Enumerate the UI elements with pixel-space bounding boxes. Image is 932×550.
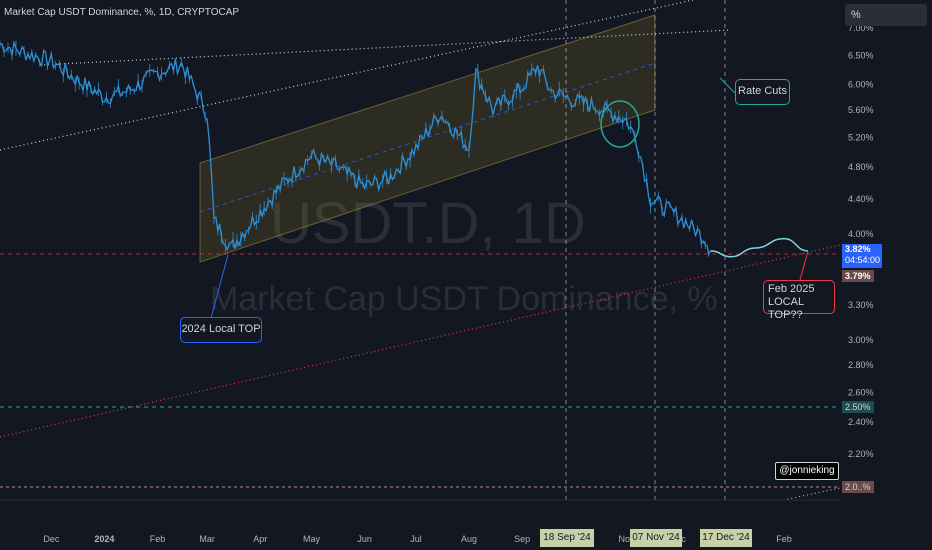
y-tick-label: 2.80% — [848, 360, 874, 370]
rate-cuts-callout[interactable]: Rate Cuts — [735, 79, 790, 105]
y-tick-label: 5.60% — [848, 105, 874, 115]
x-tick-label: Dec — [43, 534, 60, 544]
bottom-price-label: 2.0..% — [842, 481, 874, 493]
watermark-name: Market Cap USDT Dominance, % — [210, 280, 718, 318]
y-tick-label: 5.20% — [848, 132, 874, 142]
support-price-label: 2.50% — [842, 401, 874, 413]
y-tick-label: 4.80% — [848, 162, 874, 172]
symbol-header: Market Cap USDT Dominance, %, 1D, CRYPTO… — [4, 7, 240, 18]
y-tick-label: 4.00% — [848, 229, 874, 239]
local-top-callout[interactable]: 2024 Local TOP — [180, 317, 262, 343]
y-tick-label: 2.60% — [848, 388, 874, 398]
y-tick-label: 2.20% — [848, 449, 874, 459]
date-label-sep: 18 Sep '24 — [540, 529, 594, 547]
low-price-label: 3.79% — [842, 270, 874, 282]
y-tick-label: 6.00% — [848, 80, 874, 90]
y-tick-label: 6.50% — [848, 50, 874, 60]
x-tick-label: May — [303, 534, 321, 544]
x-tick-label: Feb — [150, 534, 166, 544]
x-tick-label: Apr — [253, 534, 267, 544]
x-tick-label: Aug — [461, 534, 477, 544]
x-tick-label: Jun — [357, 534, 372, 544]
scale-mode-button[interactable]: % — [845, 4, 927, 26]
y-tick-label: 3.00% — [848, 335, 874, 345]
y-tick-label: 3.30% — [848, 300, 874, 310]
x-tick-label: Feb — [776, 534, 792, 544]
x-tick-label: Jul — [410, 534, 422, 544]
x-tick-label: Sep — [514, 534, 530, 544]
countdown-value: 04:54:00 — [845, 255, 881, 265]
author-tag: @jonnieking — [775, 462, 839, 480]
y-tick-label: 4.40% — [848, 194, 874, 204]
feb-2025-line1: Feb 2025 — [768, 283, 815, 295]
y-tick-label: 2.40% — [848, 417, 874, 427]
feb-2025-callout[interactable]: Feb 2025 LOCAL TOP?? — [763, 280, 835, 321]
date-label-dec: 17 Dec '24 — [700, 529, 752, 547]
last-price-value: 3.82% — [845, 244, 871, 254]
last-price-label: 3.82% 04:54:00 — [842, 244, 882, 268]
feb-2025-line2: LOCAL TOP?? — [768, 296, 804, 321]
x-tick-label: 2024 — [94, 534, 114, 544]
date-label-nov: 07 Nov '24 — [630, 529, 682, 547]
x-tick-label: Mar — [199, 534, 215, 544]
